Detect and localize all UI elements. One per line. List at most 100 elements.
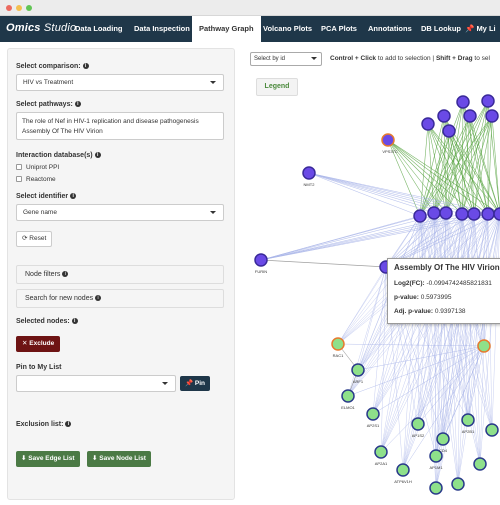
pin-button[interactable]: 📌 Pin <box>180 376 211 391</box>
exclude-button[interactable]: ✕ Exclude <box>16 336 61 352</box>
graph-node[interactable] <box>439 206 453 220</box>
tab-data-loading[interactable]: Data Loading <box>68 16 130 42</box>
pushpin-icon: 📌 <box>185 380 194 387</box>
comparison-label: Select comparison: i <box>16 63 89 70</box>
graph-node[interactable] <box>481 207 495 221</box>
graph-edge <box>448 130 489 215</box>
graph-edge <box>417 345 485 425</box>
graph-node[interactable] <box>451 477 465 491</box>
checkbox-icon[interactable] <box>16 176 22 182</box>
graph-node[interactable] <box>396 463 410 477</box>
graph-node-label: ELMO1 <box>341 405 355 410</box>
graph-node[interactable] <box>442 124 456 138</box>
info-icon[interactable]: i <box>70 193 77 200</box>
graph-node[interactable] <box>473 457 487 471</box>
graph-node[interactable] <box>413 209 427 223</box>
graph-node-label: AP2B1 <box>462 429 475 434</box>
graph-edge <box>260 259 387 268</box>
interaction-db-label: Interaction database(s) i <box>16 152 101 159</box>
identifier-select[interactable]: Gene name <box>16 204 224 221</box>
graph-node[interactable] <box>477 339 491 353</box>
tab-volcano-plots[interactable]: Volcano Plots <box>256 16 319 42</box>
node-tooltip: Assembly Of The HIV Virion Log2(FC): -0.… <box>387 258 500 324</box>
graph-node[interactable] <box>302 166 316 180</box>
graph-edge <box>260 213 463 261</box>
chevron-down-icon <box>162 382 168 385</box>
save-node-list-button[interactable]: ⬇ Save Node List <box>87 451 151 467</box>
maximize-window-icon[interactable] <box>26 5 32 11</box>
save-edge-list-button[interactable]: ⬇ Save Edge List <box>16 451 80 467</box>
graph-node[interactable] <box>254 253 268 267</box>
tab-my-list[interactable]: 📌 My Li <box>458 16 500 42</box>
tab-pca-plots[interactable]: PCA Plots <box>314 16 364 42</box>
graph-node[interactable] <box>485 423 499 437</box>
tooltip-pvalue: p-value: 0.5973995 <box>394 294 452 301</box>
search-nodes-panel[interactable]: Search for new nodes i <box>16 289 224 308</box>
graph-node-label: NMT2 <box>304 182 316 187</box>
graph-node[interactable] <box>351 363 365 377</box>
graph-node-label: AP2S1 <box>367 423 380 428</box>
graph-node[interactable] <box>411 417 425 431</box>
graph-node[interactable] <box>461 413 475 427</box>
tab-pathway-graph[interactable]: Pathway Graph <box>192 16 261 42</box>
node-filters-panel[interactable]: Node filters i <box>16 265 224 284</box>
tab-data-inspection[interactable]: Data Inspection <box>127 16 197 42</box>
pathway-item[interactable]: The role of Nef in HIV-1 replication and… <box>22 117 218 127</box>
graph-node[interactable] <box>481 94 495 108</box>
selected-nodes-label: Selected nodes: i <box>16 318 78 325</box>
graph-node-label: ATP6V1H <box>394 479 412 484</box>
graph-node[interactable] <box>331 337 345 351</box>
select-by-id-dropdown[interactable]: Select by id <box>250 52 322 66</box>
graph-node[interactable] <box>427 206 441 220</box>
tooltip-adj-pvalue: Adj. p-value: 0.9397138 <box>394 308 466 315</box>
info-icon[interactable]: i <box>82 63 89 70</box>
identifier-label: Select identifier i <box>16 193 77 200</box>
pin-list-select[interactable] <box>16 375 176 392</box>
graph-edge <box>419 130 450 217</box>
pathway-item[interactable]: Assembly Of The HIV Virion <box>22 127 218 137</box>
graph-node[interactable] <box>381 133 395 147</box>
info-icon[interactable]: i <box>95 295 102 302</box>
app-logo[interactable]: Omics Studio <box>6 22 76 34</box>
graph-node[interactable] <box>374 445 388 459</box>
graph-node[interactable] <box>485 109 499 123</box>
graph-node-label: FURIN <box>255 269 267 274</box>
graph-node-label: AP1S2 <box>412 433 425 438</box>
graph-node[interactable] <box>455 207 469 221</box>
graph-node[interactable] <box>429 481 443 495</box>
checkbox-reactome[interactable]: Reactome <box>16 176 56 183</box>
graph-edge <box>337 266 387 345</box>
graph-node[interactable] <box>493 207 500 221</box>
close-window-icon[interactable] <box>6 5 12 11</box>
reset-button[interactable]: ⟳ Reset <box>16 231 53 247</box>
download-icon: ⬇ <box>21 455 27 462</box>
info-icon[interactable]: i <box>65 421 72 428</box>
graph-node[interactable] <box>421 117 435 131</box>
pin-label: Pin to My List <box>16 364 62 371</box>
selection-hint: Control + Click to add to selection | Sh… <box>330 55 490 62</box>
graph-node[interactable] <box>366 407 380 421</box>
checkbox-icon[interactable] <box>16 164 22 170</box>
graph-edge <box>491 115 500 215</box>
minimize-window-icon[interactable] <box>16 5 22 11</box>
info-icon[interactable]: i <box>94 152 101 159</box>
tab-annotations[interactable]: Annotations <box>361 16 419 42</box>
graph-node[interactable] <box>467 207 481 221</box>
graph-node[interactable] <box>456 95 470 109</box>
legend-button[interactable]: Legend <box>256 78 298 96</box>
chevron-down-icon <box>311 57 317 60</box>
info-icon[interactable]: i <box>62 271 69 278</box>
comparison-select[interactable]: HIV vs Treatment <box>16 74 224 91</box>
graph-node[interactable] <box>463 109 477 123</box>
graph-node[interactable] <box>341 389 355 403</box>
checkbox-uniprot-ppi[interactable]: Uniprot PPI <box>16 164 59 171</box>
graph-node[interactable] <box>436 432 450 446</box>
info-icon[interactable]: i <box>71 318 78 325</box>
window-titlebar <box>0 0 500 16</box>
graph-node-label: ARF1 <box>353 379 364 384</box>
info-icon[interactable]: i <box>74 101 81 108</box>
graph-node[interactable] <box>437 109 451 123</box>
graph-edge <box>308 172 435 214</box>
pathways-input[interactable]: The role of Nef in HIV-1 replication and… <box>16 112 224 140</box>
close-icon: ✕ <box>22 340 28 347</box>
